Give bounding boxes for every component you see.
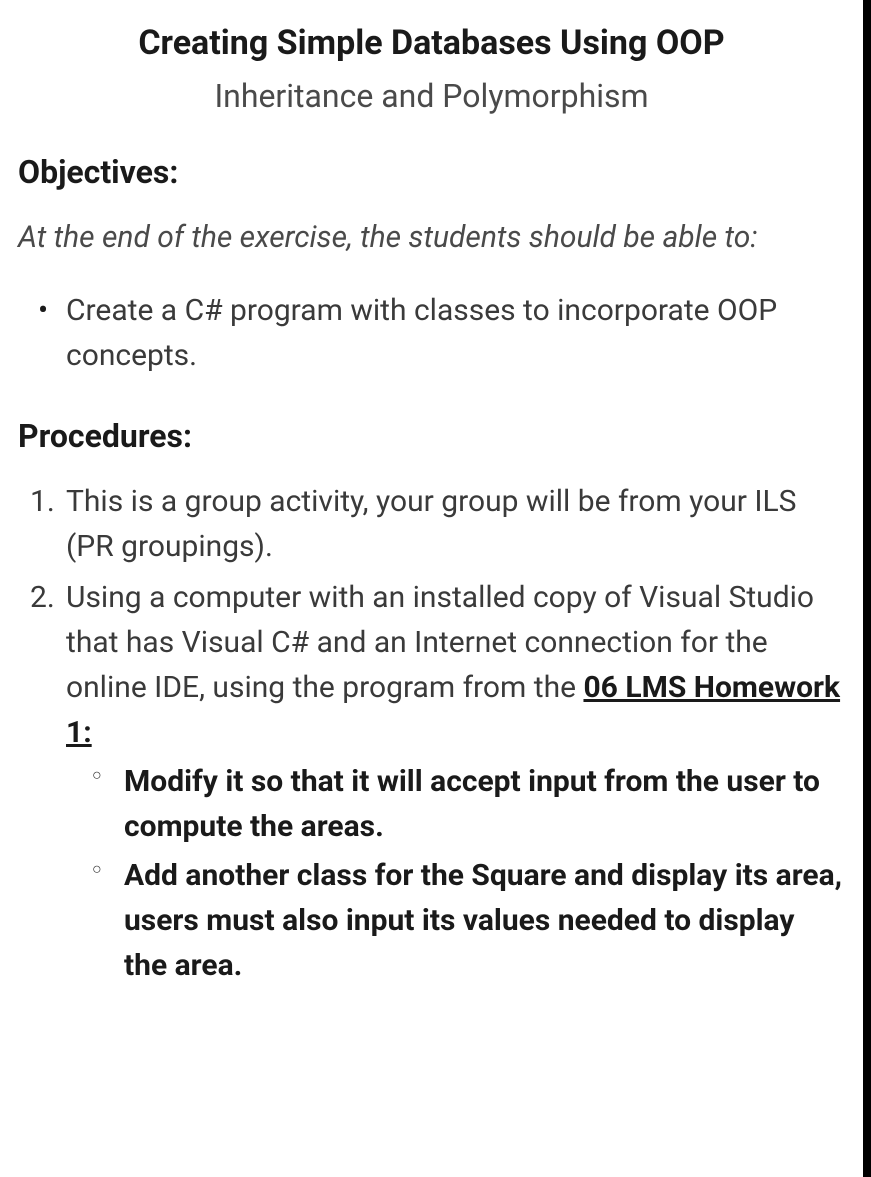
procedures-list: This is a group activity, your group wil… xyxy=(18,479,845,988)
procedures-heading: Procedures: xyxy=(18,414,845,459)
page-title: Creating Simple Databases Using OOP xyxy=(18,20,845,68)
objectives-intro: At the end of the exercise, the students… xyxy=(18,215,845,260)
list-item: Create a C# program with classes to inco… xyxy=(66,288,845,378)
list-item: Modify it so that it will accept input f… xyxy=(124,759,845,849)
objectives-heading: Objectives: xyxy=(18,150,845,195)
list-item: Add another class for the Square and dis… xyxy=(124,853,845,988)
sub-list: Modify it so that it will accept input f… xyxy=(66,759,845,988)
list-item: This is a group activity, your group wil… xyxy=(66,479,845,569)
page-subtitle: Inheritance and Polymorphism xyxy=(18,74,845,119)
list-item: Using a computer with an installed copy … xyxy=(66,575,845,988)
objectives-list: Create a C# program with classes to inco… xyxy=(18,288,845,378)
